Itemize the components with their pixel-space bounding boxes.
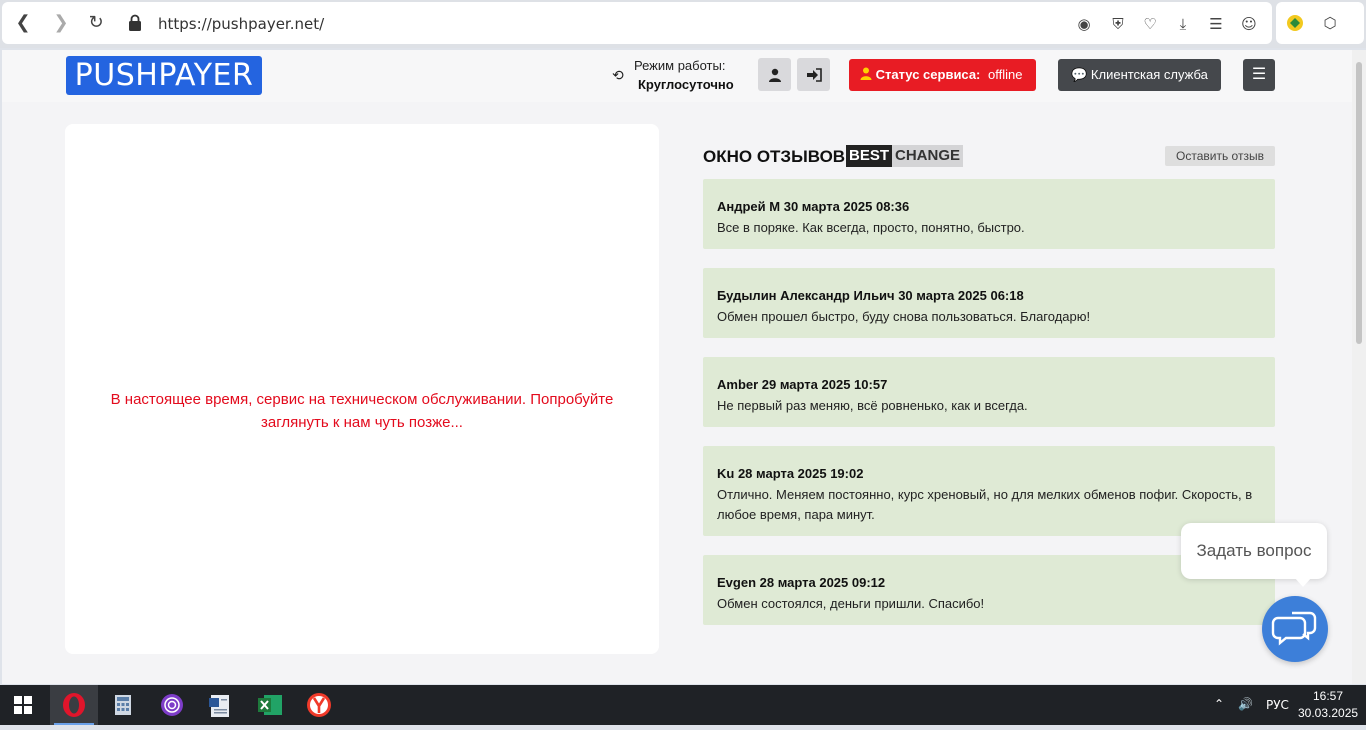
exchange-panel: В настоящее время, сервис на техническом…	[65, 124, 659, 654]
review-text: Не первый раз меняю, всё ровненько, как …	[717, 398, 1028, 413]
page-scrollbar[interactable]	[1352, 50, 1366, 684]
calculator-icon	[115, 695, 131, 715]
language-indicator[interactable]: РУС	[1266, 698, 1289, 712]
lock-icon[interactable]	[128, 14, 142, 32]
heart-icon[interactable]: ♡	[1140, 14, 1160, 34]
extension-icon[interactable]	[1286, 14, 1304, 32]
support-label: Клиентская служба	[1090, 67, 1208, 82]
service-status-button[interactable]: Статус сервиса: offline	[849, 59, 1036, 91]
calculator-taskbar-app[interactable]	[99, 685, 147, 725]
review-item: Андрей М 30 марта 2025 08:36 Все в поряк…	[703, 179, 1275, 249]
settings-icon[interactable]: ☰	[1206, 14, 1226, 34]
camera-icon[interactable]: ◉	[1074, 14, 1094, 34]
login-button[interactable]	[797, 58, 830, 91]
forward-icon[interactable]: ❯	[50, 12, 72, 34]
reload-icon[interactable]: ↻	[85, 12, 107, 34]
scroll-thumb[interactable]	[1356, 62, 1362, 344]
profile-icon[interactable]: ☺	[1239, 14, 1259, 34]
review-author: Amber 29 марта 2025 10:57	[717, 377, 888, 392]
opera-icon	[63, 693, 85, 717]
review-text: Все в поряке. Как всегда, просто, понятн…	[717, 220, 1025, 235]
maintenance-message: В настоящее время, сервис на техническом…	[85, 388, 639, 434]
user-button[interactable]	[758, 58, 791, 91]
ask-bubble-tail	[1294, 577, 1312, 587]
clock-time: 16:57	[1312, 689, 1344, 703]
browser-toolbar: ❮ ❯ ↻ https://pushpayer.net/ ◉ ⛨ ♡ ⤓ ☰ ☺…	[0, 0, 1366, 48]
maintenance-line-2: заглянуть к нам чуть позже...	[261, 414, 463, 431]
windows-start-icon[interactable]	[14, 696, 32, 714]
chat-icon	[1271, 611, 1317, 646]
site-header: PUSHPAYER ⟲ Режим работы: Круглосуточно …	[2, 50, 1352, 102]
bestchange-change: CHANGE	[892, 145, 964, 167]
document-taskbar-app[interactable]	[197, 685, 245, 725]
review-author: Андрей М 30 марта 2025 08:36	[717, 199, 910, 214]
browser-nav-area: ❮ ❯ ↻ https://pushpayer.net/ ◉ ⛨ ♡ ⤓ ☰ ☺	[2, 2, 1272, 44]
opera-taskbar-app[interactable]	[50, 685, 98, 725]
work-mode-label: Режим работы:	[634, 58, 726, 73]
status-value: offline	[988, 67, 1023, 82]
status-label: Статус сервиса:	[875, 67, 981, 82]
review-text: Обмен прошел быстро, буду снова пользова…	[717, 309, 1091, 324]
site-logo[interactable]: PUSHPAYER	[66, 56, 262, 95]
review-item: Будылин Александр Ильич 30 марта 2025 06…	[703, 268, 1275, 338]
tor-taskbar-app[interactable]	[148, 685, 196, 725]
hamburger-icon: ☰	[1251, 66, 1267, 83]
cube-icon[interactable]: ⬡	[1320, 13, 1340, 33]
review-text: Обмен состоялся, деньги пришли. Спасибо!	[717, 596, 985, 611]
user-icon	[768, 68, 781, 82]
tor-icon	[161, 694, 183, 716]
taskbar-clock[interactable]: 16:57 30.03.2025	[1298, 688, 1358, 722]
support-button[interactable]: 💬 Клиентская служба	[1058, 59, 1221, 91]
sign-in-icon	[806, 68, 822, 82]
shield-icon[interactable]: ⛨	[1108, 14, 1128, 34]
clock-date: 30.03.2025	[1298, 706, 1359, 720]
history-icon: ⟲	[612, 67, 624, 83]
excel-taskbar-app[interactable]	[246, 685, 294, 725]
chat-widget-button[interactable]	[1262, 596, 1328, 662]
leave-review-button[interactable]: Оставить отзыв	[1165, 146, 1275, 166]
ask-question-bubble[interactable]: Задать вопрос	[1181, 523, 1327, 579]
yandex-taskbar-app[interactable]	[295, 685, 343, 725]
bestchange-best: BEST	[846, 145, 893, 167]
extensions-area: ⬡	[1276, 2, 1364, 44]
review-author: Ku 28 марта 2025 19:02	[717, 466, 864, 481]
review-item: Amber 29 марта 2025 10:57 Не первый раз …	[703, 357, 1275, 427]
review-author: Будылин Александр Ильич 30 марта 2025 06…	[717, 288, 1024, 303]
document-icon	[209, 695, 229, 717]
review-text: Отлично. Меняем постоянно, курс хреновый…	[717, 487, 1253, 522]
page: PUSHPAYER ⟲ Режим работы: Круглосуточно …	[2, 50, 1352, 684]
user-icon	[860, 67, 872, 80]
work-mode-value: Круглосуточно	[638, 77, 734, 92]
reviews-title: ОКНО ОТЗЫВОВ	[703, 147, 846, 166]
menu-button[interactable]: ☰	[1243, 59, 1275, 91]
chat-bubble-icon: 💬	[1071, 67, 1088, 82]
back-icon[interactable]: ❮	[12, 12, 34, 34]
yandex-browser-icon	[307, 693, 331, 717]
speaker-icon[interactable]: 🔊	[1238, 697, 1253, 711]
download-icon[interactable]: ⤓	[1173, 14, 1193, 34]
taskbar: ⌃ 🔊 РУС 16:57 30.03.2025	[0, 685, 1366, 725]
review-author: Evgen 28 марта 2025 09:12	[717, 575, 886, 590]
maintenance-line-1: В настоящее время, сервис на техническом…	[110, 391, 614, 408]
address-bar[interactable]: https://pushpayer.net/	[158, 15, 324, 33]
chevron-up-icon[interactable]: ⌃	[1214, 697, 1224, 711]
bestchange-logo[interactable]: BEST CHANGE	[846, 145, 964, 167]
excel-icon	[258, 695, 282, 715]
